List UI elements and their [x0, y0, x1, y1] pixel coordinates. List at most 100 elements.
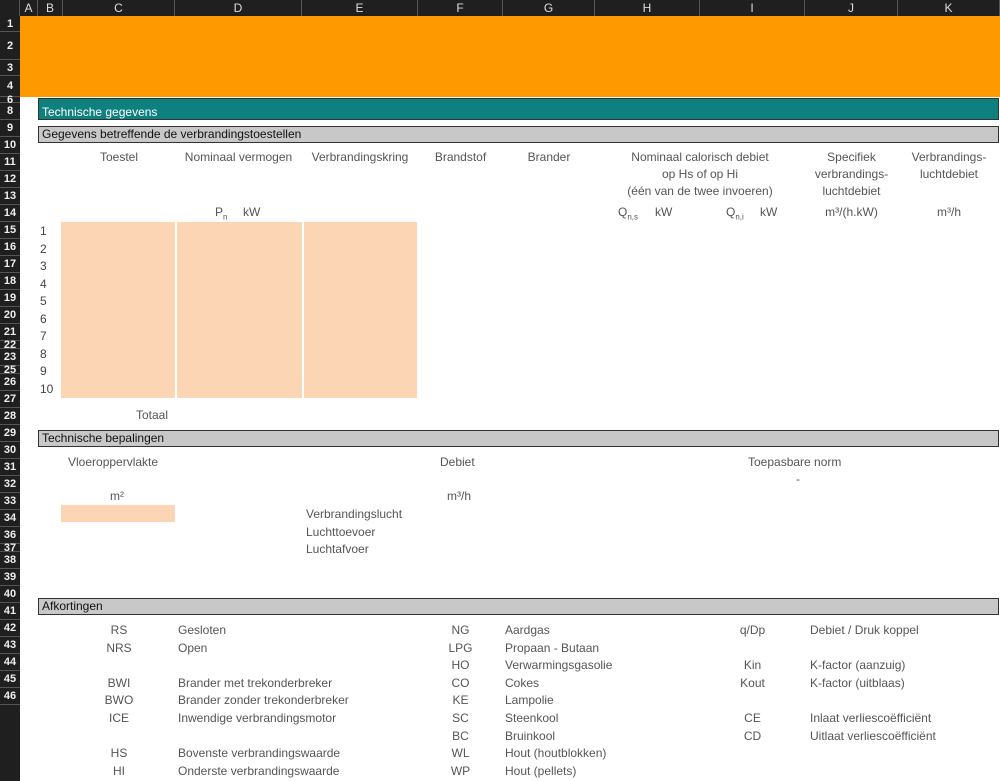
row-header-14[interactable]: 14: [0, 205, 20, 222]
select-all-corner[interactable]: [0, 0, 20, 16]
column-header-k[interactable]: K: [898, 0, 1000, 16]
header-brandstof: Brandstof: [434, 150, 487, 164]
abbreviation-code: SC: [452, 711, 469, 725]
row-header-32[interactable]: 32: [0, 476, 20, 493]
row-header-12[interactable]: 12: [0, 171, 20, 188]
header-calorisch-debiet-2: op Hs of op Hi: [661, 167, 739, 181]
unit-qni-kw: kW: [760, 205, 778, 219]
unit-m3hkw: m³/(h.kW): [825, 205, 878, 219]
row-header-1[interactable]: 1: [0, 16, 20, 32]
column-header-d[interactable]: D: [175, 0, 302, 16]
row-header-10[interactable]: 10: [0, 137, 20, 154]
row-header-13[interactable]: 13: [0, 188, 20, 205]
row-header-39[interactable]: 39: [0, 569, 20, 586]
row-header-44[interactable]: 44: [0, 654, 20, 671]
row-header-33[interactable]: 33: [0, 493, 20, 510]
row-header-15[interactable]: 15: [0, 222, 20, 239]
column-header-a[interactable]: A: [20, 0, 38, 16]
abbreviation-code: HO: [451, 658, 470, 673]
appliance-number: 2: [40, 241, 47, 256]
row-header-38[interactable]: 38: [0, 552, 20, 569]
input-verbrandingskring[interactable]: [304, 222, 417, 398]
abbreviation-meaning: Brander met trekonderbreker: [178, 675, 333, 690]
row-header-45[interactable]: 45: [0, 671, 20, 688]
column-header-f[interactable]: F: [418, 0, 503, 16]
unit-pn: Pn: [215, 205, 228, 222]
row-header-16[interactable]: 16: [0, 239, 20, 256]
appliance-number: 9: [40, 364, 47, 378]
abbreviation-meaning: Bovenste verbrandingswaarde: [178, 746, 341, 761]
label-vloeroppervlakte: Vloeroppervlakte: [68, 455, 159, 469]
column-header-e[interactable]: E: [302, 0, 418, 16]
row-header-3[interactable]: 3: [0, 60, 20, 76]
abbreviation-code: RS: [110, 623, 128, 637]
row-header-27[interactable]: 27: [0, 391, 20, 408]
unit-qns: Qn,s: [618, 205, 639, 222]
section-technische-bepalingen: Technische bepalingen: [38, 430, 999, 447]
row-header-22[interactable]: 22: [0, 340, 20, 351]
header-specifiek-3: luchtdebiet: [822, 184, 881, 198]
appliance-number: 6: [40, 311, 47, 326]
row-header-26[interactable]: 26: [0, 374, 20, 391]
label-luchtafvoer: Luchtafvoer: [306, 542, 369, 556]
header-banner: [20, 16, 1000, 97]
abbreviation-code: Kout: [740, 675, 765, 690]
header-nominaal-vermogen: Nominaal vermogen: [184, 150, 293, 164]
column-header-g[interactable]: G: [503, 0, 595, 16]
abbreviation-meaning: Debiet / Druk koppel: [810, 623, 919, 637]
abbreviation-code: BWI: [107, 675, 131, 690]
abbreviation-meaning: Bruinkool: [505, 728, 556, 743]
totaal-label: Totaal: [136, 408, 169, 422]
column-header-h[interactable]: H: [595, 0, 700, 16]
abbreviation-meaning: Gesloten: [178, 623, 227, 637]
unit-m2: m²: [110, 489, 124, 503]
unit-debiet-m3h: m³/h: [447, 489, 471, 503]
row-header-28[interactable]: 28: [0, 408, 20, 425]
row-header-9[interactable]: 9: [0, 120, 20, 137]
header-verbrandingskring: Verbrandingskring: [311, 150, 409, 164]
abbreviation-meaning: K-factor (uitblaas): [810, 675, 905, 690]
unit-qns-kw: kW: [655, 205, 673, 219]
abbreviation-meaning: Aardgas: [505, 623, 550, 637]
appliance-number: 3: [40, 259, 47, 273]
row-header-25[interactable]: 25: [0, 365, 20, 376]
row-header-2[interactable]: 2: [0, 32, 20, 60]
row-header-20[interactable]: 20: [0, 307, 20, 324]
row-header-37[interactable]: 37: [0, 543, 20, 554]
column-header-j[interactable]: J: [805, 0, 898, 16]
abbreviation-meaning: Cokes: [505, 675, 540, 690]
row-header-19[interactable]: 19: [0, 290, 20, 307]
row-header-31[interactable]: 31: [0, 459, 20, 476]
header-calorisch-debiet-1: Nominaal calorisch debiet: [631, 150, 769, 164]
abbreviation-meaning: Brander zonder trekonderbreker: [178, 693, 349, 708]
appliance-number: 5: [40, 294, 47, 308]
header-toestel: Toestel: [99, 150, 139, 164]
abbreviation-meaning: Hout (houtblokken): [505, 746, 607, 761]
label-luchttoevoer: Luchttoevoer: [306, 525, 376, 539]
row-header-29[interactable]: 29: [0, 425, 20, 442]
row-header-40[interactable]: 40: [0, 586, 20, 603]
row-header-43[interactable]: 43: [0, 637, 20, 654]
row-header-17[interactable]: 17: [0, 256, 20, 273]
row-header-34[interactable]: 34: [0, 510, 20, 527]
row-header-18[interactable]: 18: [0, 273, 20, 290]
label-debiet: Debiet: [440, 455, 475, 469]
row-header-11[interactable]: 11: [0, 154, 20, 171]
column-header-b[interactable]: B: [38, 0, 63, 16]
input-toestel[interactable]: [61, 222, 175, 398]
abbreviation-code: q/Dp: [739, 623, 766, 637]
row-header-30[interactable]: 30: [0, 442, 20, 459]
row-header-42[interactable]: 42: [0, 620, 20, 637]
input-vloeroppervlakte[interactable]: [61, 505, 175, 522]
column-header-i[interactable]: I: [700, 0, 805, 16]
input-nominaal-vermogen[interactable]: [177, 222, 302, 398]
column-header-c[interactable]: C: [63, 0, 175, 16]
row-header-46[interactable]: 46: [0, 688, 20, 705]
row-header-8[interactable]: 8: [0, 103, 20, 120]
abbreviation-code: NG: [451, 623, 470, 637]
abbreviation-code: LPG: [448, 640, 473, 655]
abbreviation-code: CO: [451, 675, 470, 690]
row-header-41[interactable]: 41: [0, 603, 20, 620]
abbreviation-code: CD: [743, 728, 762, 743]
abbreviation-code: HI: [113, 763, 125, 778]
